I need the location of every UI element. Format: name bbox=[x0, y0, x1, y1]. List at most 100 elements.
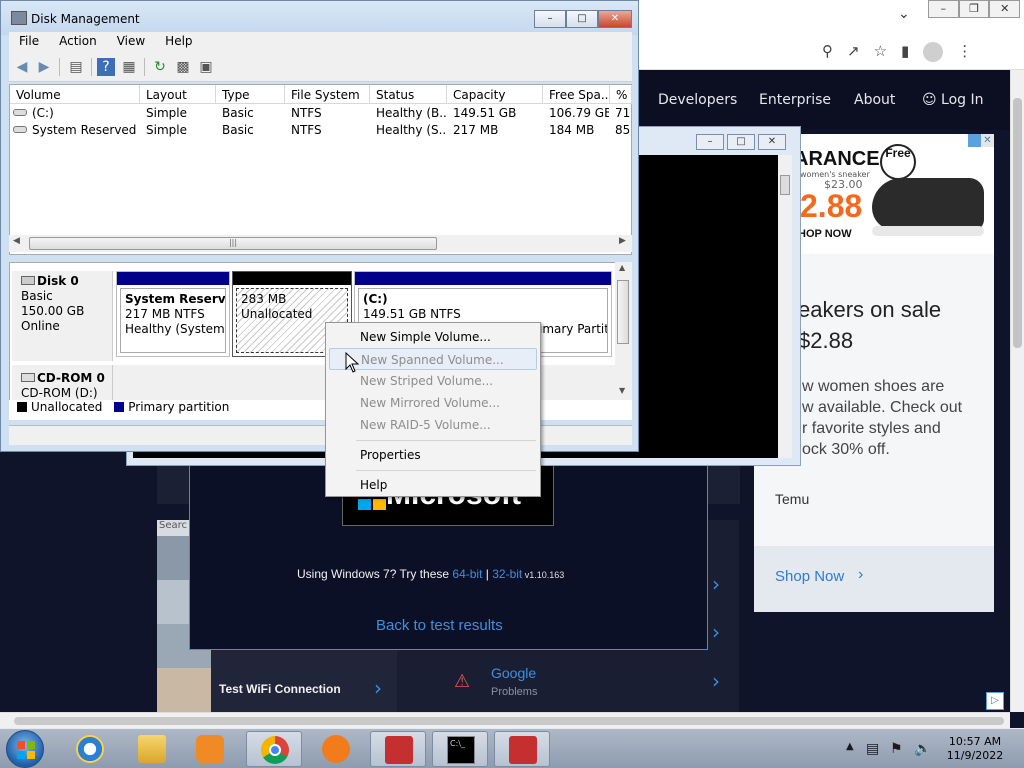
taskbar-explorer[interactable] bbox=[124, 731, 180, 767]
dm-titlebar[interactable]: Disk Management – □ ✕ bbox=[1, 1, 638, 35]
col-filesystem[interactable]: File System bbox=[285, 85, 370, 104]
table-row-volume[interactable]: System Reserved bbox=[13, 123, 139, 139]
share-icon[interactable]: ↗ bbox=[847, 42, 860, 62]
col-capacity[interactable]: Capacity bbox=[447, 85, 543, 104]
help-icon[interactable]: ? bbox=[97, 58, 115, 76]
link-32bit[interactable]: 32-bit bbox=[492, 567, 522, 581]
tab-list-chevron-icon[interactable]: ⌄ bbox=[898, 6, 910, 22]
drive-icon bbox=[13, 109, 27, 116]
cell-volume: (C:) bbox=[32, 106, 54, 120]
dm-maximize-button[interactable]: □ bbox=[566, 10, 598, 28]
site-nav: Developers Enterprise About ☺ Log In bbox=[640, 70, 1010, 130]
ad-shop-now-button[interactable]: Shop Now › bbox=[754, 546, 994, 612]
forward-arrow-icon[interactable]: ▶ bbox=[35, 58, 53, 76]
refresh-icon[interactable]: ↻ bbox=[151, 58, 169, 76]
profile-avatar[interactable] bbox=[923, 42, 944, 62]
taskbar-avast[interactable] bbox=[308, 731, 364, 767]
col-percent-free[interactable]: % F bbox=[610, 85, 632, 104]
taskbar-media-player[interactable] bbox=[182, 731, 238, 767]
ad-close-icon[interactable]: ✕ bbox=[981, 134, 994, 147]
table-row-volume[interactable]: (C:) bbox=[13, 106, 139, 122]
rescan-icon[interactable]: ▩ bbox=[174, 58, 192, 76]
browser-menu-icon[interactable]: ⋮ bbox=[957, 42, 972, 62]
nav-about[interactable]: About bbox=[854, 92, 895, 108]
disk0-type: Basic bbox=[21, 289, 53, 303]
partition-size: 149.51 GB NTFS bbox=[363, 307, 461, 321]
chevron-right-icon[interactable]: › bbox=[712, 669, 720, 693]
dm-close-button[interactable]: ✕ bbox=[598, 10, 632, 28]
google-link[interactable]: Google bbox=[491, 665, 536, 681]
link-64bit[interactable]: 64-bit bbox=[452, 567, 482, 581]
network-icon[interactable]: ▤ bbox=[866, 741, 879, 757]
scroll-left-icon[interactable]: ◀ bbox=[13, 236, 20, 246]
taskbar-chrome[interactable] bbox=[246, 731, 302, 767]
scroll-right-icon[interactable]: ▶ bbox=[619, 236, 626, 246]
cdrom-label[interactable]: CD-ROM 0 CD-ROM (D:) bbox=[12, 365, 113, 401]
cell-type: Basic bbox=[222, 123, 254, 137]
browser-restore-button[interactable]: ❐ bbox=[958, 0, 990, 18]
console-scrollbar[interactable] bbox=[778, 155, 792, 458]
taskbar-ie[interactable] bbox=[62, 731, 118, 767]
bookmark-star-icon[interactable]: ☆ bbox=[874, 42, 887, 62]
tray-expand-icon[interactable]: ▲ bbox=[846, 741, 854, 752]
dm-minimize-button[interactable]: – bbox=[534, 10, 566, 28]
action-center-flag-icon[interactable]: ⚑ bbox=[890, 741, 903, 757]
disk0-label[interactable]: Disk 0 Basic 150.00 GB Online bbox=[12, 271, 113, 361]
scroll-thumb[interactable]: ||| bbox=[29, 237, 437, 250]
taskbar-cmd[interactable]: C:\_ bbox=[432, 731, 488, 767]
partition-system-reserved[interactable]: System Reserved 217 MB NTFS Healthy (Sys… bbox=[116, 271, 230, 357]
back-arrow-icon[interactable]: ◀ bbox=[13, 58, 31, 76]
console-tree-icon[interactable]: ▤ bbox=[67, 58, 85, 76]
col-volume[interactable]: Volume bbox=[10, 85, 140, 104]
adchoices-icon[interactable]: ▷ bbox=[986, 692, 1004, 710]
clock[interactable]: 10:57 AM 11/9/2022 bbox=[940, 735, 1010, 763]
taskbar-toolbox-1[interactable] bbox=[370, 731, 426, 767]
console-maximize-button[interactable]: □ bbox=[727, 134, 755, 150]
start-button[interactable] bbox=[6, 730, 44, 768]
browser-horizontal-scrollbar[interactable] bbox=[0, 712, 1010, 728]
menu-properties[interactable]: Properties bbox=[329, 444, 537, 466]
menu-help[interactable]: Help bbox=[155, 32, 202, 52]
ad-info-icon[interactable] bbox=[968, 134, 981, 147]
nav-login[interactable]: ☺ Log In bbox=[922, 92, 984, 108]
console-minimize-button[interactable]: – bbox=[696, 134, 724, 150]
col-free-space[interactable]: Free Spa... bbox=[543, 85, 610, 104]
nav-developers[interactable]: Developers bbox=[658, 92, 737, 108]
ad-brand: Temu bbox=[775, 491, 810, 507]
menu-action[interactable]: Action bbox=[49, 32, 107, 52]
browser-minimize-button[interactable]: – bbox=[928, 0, 959, 18]
chevron-right-icon[interactable]: › bbox=[374, 676, 382, 700]
chevron-right-icon[interactable]: › bbox=[712, 572, 720, 596]
browser-close-button[interactable]: ✕ bbox=[989, 0, 1021, 18]
scroll-thumb[interactable] bbox=[617, 280, 629, 344]
volume-icon[interactable]: 🔈 bbox=[914, 741, 931, 757]
list-item-test-wifi[interactable]: Test WiFi Connection bbox=[219, 682, 341, 696]
col-type[interactable]: Type bbox=[216, 85, 285, 104]
settings-icon[interactable]: ▣ bbox=[197, 58, 215, 76]
drive-icon bbox=[13, 126, 27, 133]
scroll-down-icon[interactable]: ▼ bbox=[619, 386, 625, 395]
taskbar-toolbox-2[interactable] bbox=[494, 731, 550, 767]
col-status[interactable]: Status bbox=[370, 85, 447, 104]
zoom-icon[interactable]: ⚲ bbox=[822, 42, 833, 62]
menu-new-mirrored-volume[interactable]: New Mirrored Volume... bbox=[329, 392, 537, 414]
legend-primary-swatch bbox=[114, 402, 125, 412]
menu-new-raid5-volume[interactable]: New RAID-5 Volume... bbox=[329, 414, 537, 436]
side-panel-icon[interactable]: ▮ bbox=[901, 42, 909, 62]
warning-icon: ⚠ bbox=[454, 671, 471, 692]
properties-icon[interactable]: ▦ bbox=[120, 58, 138, 76]
menu-help-item[interactable]: Help bbox=[329, 474, 537, 496]
menu-file[interactable]: File bbox=[9, 32, 49, 52]
graphical-view-vscrollbar[interactable]: ▲ ▼ bbox=[615, 262, 632, 400]
console-close-button[interactable]: ✕ bbox=[758, 134, 786, 150]
menu-new-simple-volume[interactable]: New Simple Volume... bbox=[329, 326, 537, 348]
back-to-results-link[interactable]: Back to test results bbox=[376, 617, 503, 634]
chevron-right-icon[interactable]: › bbox=[712, 620, 720, 644]
browser-vertical-scrollbar[interactable] bbox=[1010, 70, 1024, 712]
col-layout[interactable]: Layout bbox=[140, 85, 216, 104]
ad-price: 2.88 bbox=[800, 188, 863, 224]
nav-enterprise[interactable]: Enterprise bbox=[759, 92, 831, 108]
scroll-up-icon[interactable]: ▲ bbox=[619, 263, 625, 272]
volume-list-hscrollbar[interactable]: ◀ ||| ▶ bbox=[9, 235, 632, 252]
menu-view[interactable]: View bbox=[107, 32, 155, 52]
